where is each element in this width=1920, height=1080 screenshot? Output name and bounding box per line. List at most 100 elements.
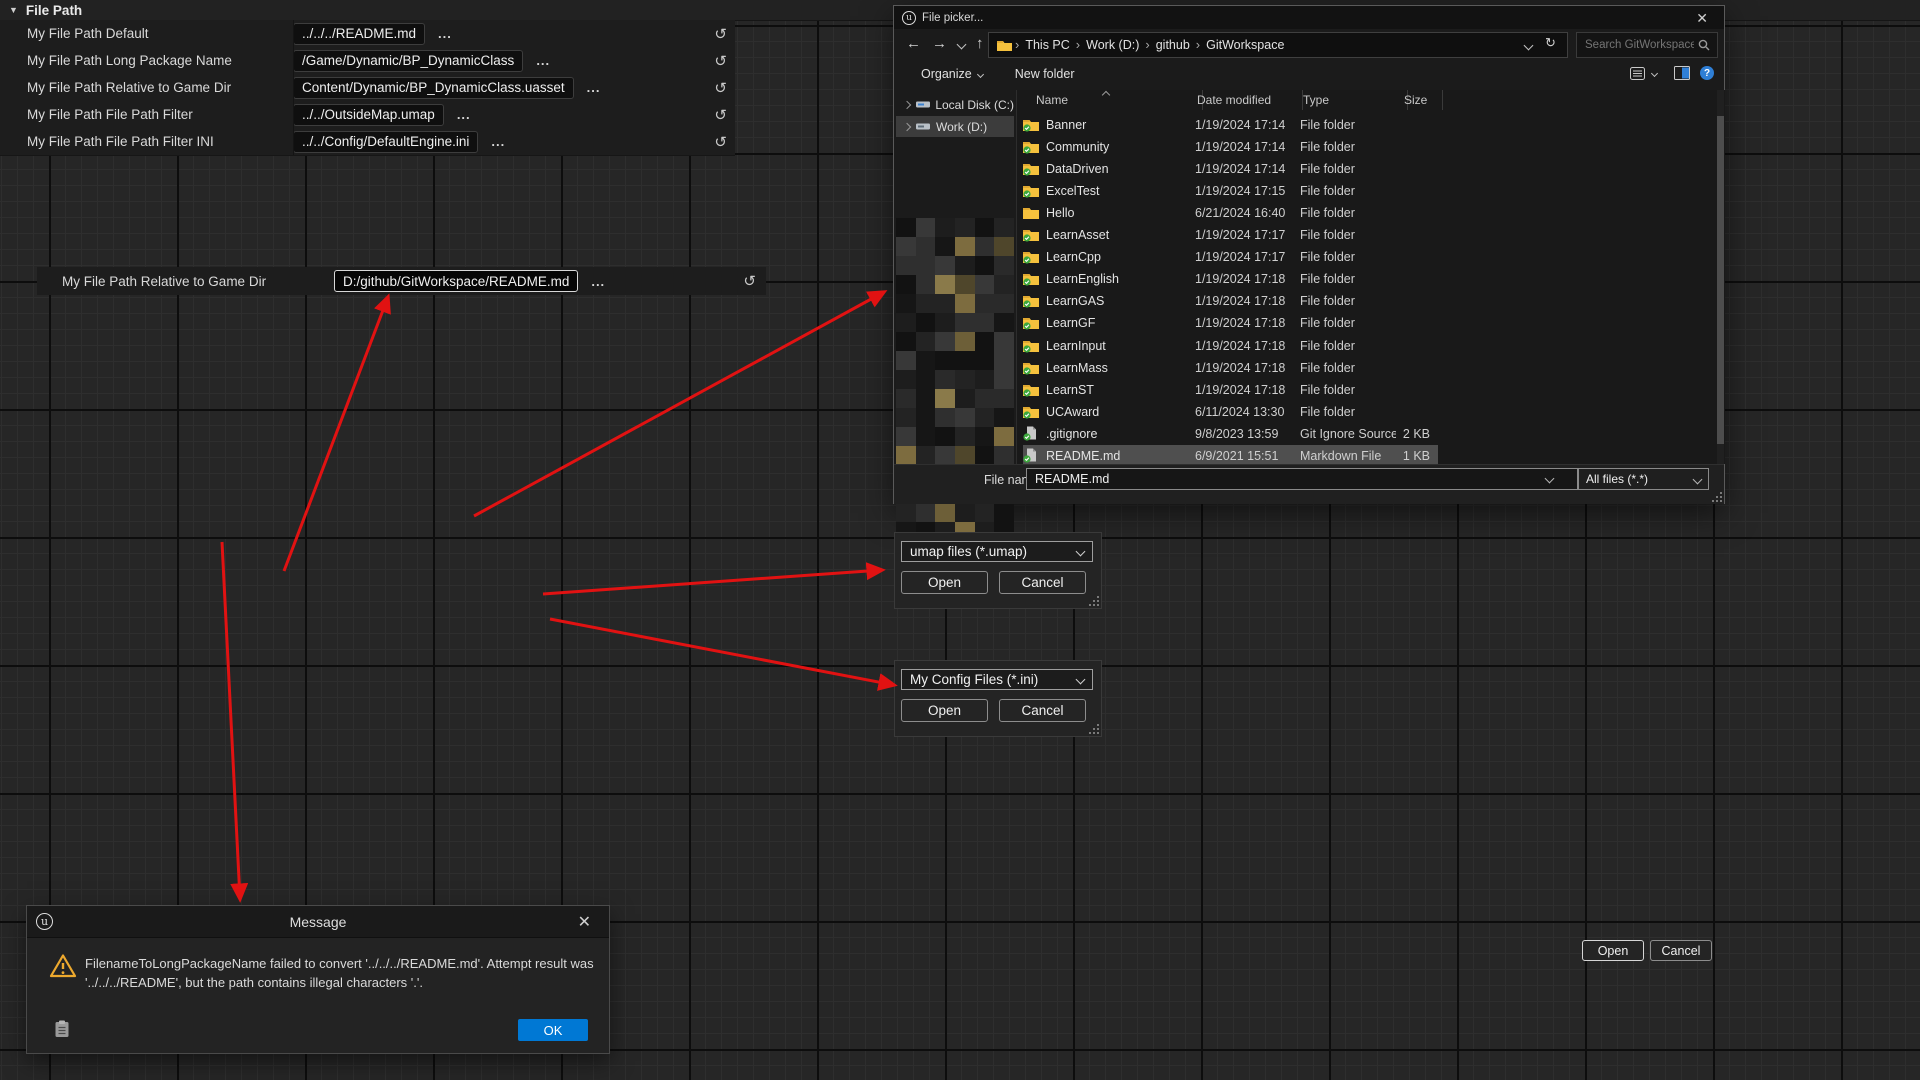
breadcrumb-segment[interactable]: Work (D:)	[1086, 38, 1139, 52]
sidebar-drive-item[interactable]: Work (D:)	[896, 116, 1014, 137]
folder-git-icon	[1023, 161, 1040, 176]
property-label: My File Path Relative to Game Dir	[62, 274, 334, 289]
reset-to-default-icon[interactable]: ↺	[714, 133, 727, 151]
reset-to-default-icon[interactable]: ↺	[743, 272, 756, 290]
file-row[interactable]: UCAward 6/11/2024 13:30 File folder	[1023, 401, 1438, 422]
file-row[interactable]: LearnGAS 1/19/2024 17:18 File folder	[1023, 290, 1438, 311]
property-row[interactable]: My File Path Default ../../../README.md …	[0, 20, 735, 48]
file-row[interactable]: Community 1/19/2024 17:14 File folder	[1023, 136, 1438, 157]
close-icon[interactable]: ✕	[572, 911, 597, 933]
browse-ellipsis-button[interactable]: ...	[591, 274, 605, 289]
search-input[interactable]	[1577, 39, 1698, 51]
folder-git-icon	[1023, 227, 1040, 242]
column-header-type[interactable]: Type	[1294, 90, 1408, 110]
file-row[interactable]: LearnInput 1/19/2024 17:18 File folder	[1023, 335, 1438, 356]
reset-to-default-icon[interactable]: ↺	[714, 79, 727, 97]
folder-git-icon	[1023, 293, 1040, 308]
file-name-input[interactable]	[1026, 468, 1578, 490]
column-separator	[293, 20, 294, 47]
config-filter-dialog: My Config Files (*.ini) Open Cancel	[894, 660, 1102, 737]
reset-to-default-icon[interactable]: ↺	[714, 25, 727, 43]
copy-to-clipboard-icon[interactable]	[55, 1020, 69, 1038]
file-row[interactable]: Banner 1/19/2024 17:14 File folder	[1023, 114, 1438, 135]
file-path-section: ▼ File Path My File Path Default ../../.…	[0, 0, 735, 155]
file-row[interactable]: LearnST 1/19/2024 17:18 File folder	[1023, 379, 1438, 400]
close-icon[interactable]: ✕	[1690, 9, 1714, 28]
file-picker-titlebar[interactable]: u File picker... ✕	[894, 6, 1724, 29]
folder-git-icon	[1023, 117, 1040, 132]
cancel-button[interactable]: Cancel	[1650, 940, 1712, 961]
column-header-size[interactable]: Size	[1398, 90, 1443, 110]
resize-grip[interactable]	[1712, 492, 1722, 502]
reset-to-default-icon[interactable]: ↺	[714, 106, 727, 124]
property-row[interactable]: My File Path File Path Filter INI ../../…	[0, 128, 735, 156]
back-arrow-icon[interactable]: ←	[906, 35, 921, 52]
file-row[interactable]: ExcelTest 1/19/2024 17:15 File folder	[1023, 180, 1438, 201]
property-value-field[interactable]: ../../Config/DefaultEngine.ini	[293, 131, 478, 153]
recent-locations-chevron-icon[interactable]	[957, 40, 967, 50]
resize-grip[interactable]	[1089, 596, 1099, 606]
property-row[interactable]: My File Path File Path Filter ../../Outs…	[0, 101, 735, 129]
preview-pane-icon[interactable]	[1674, 66, 1690, 80]
breadcrumb-segment[interactable]: GitWorkspace	[1206, 38, 1284, 52]
details-view-icon[interactable]	[1630, 67, 1645, 80]
organize-menu[interactable]: Organize	[921, 67, 983, 81]
column-header-name[interactable]: Name	[1023, 90, 1203, 110]
file-row[interactable]: LearnAsset 1/19/2024 17:17 File folder	[1023, 224, 1438, 245]
forward-arrow-icon[interactable]: →	[932, 35, 947, 52]
umap-filter-dropdown[interactable]: umap files (*.umap)	[901, 541, 1093, 562]
file-type-filter-dropdown[interactable]: All files (*.*)	[1578, 468, 1709, 490]
property-value-field[interactable]: D:/github/GitWorkspace/README.md	[334, 270, 578, 292]
file-row[interactable]: README.md 6/9/2021 15:51 Markdown File 1…	[1023, 445, 1438, 466]
file-row[interactable]: LearnCpp 1/19/2024 17:17 File folder	[1023, 246, 1438, 267]
browse-ellipsis-button[interactable]: ...	[536, 53, 550, 68]
property-value-field[interactable]: ../../../README.md	[293, 23, 425, 45]
property-value-field[interactable]: ../../OutsideMap.umap	[293, 104, 444, 126]
vertical-scrollbar[interactable]	[1717, 90, 1724, 464]
sidebar-drive-item[interactable]: Local Disk (C:)	[896, 94, 1014, 115]
property-row[interactable]: My File Path Relative to Game Dir Conten…	[0, 74, 735, 102]
view-dropdown-chevron-icon[interactable]	[1651, 70, 1658, 77]
folder-git-icon	[1023, 183, 1040, 198]
breadcrumb-segment[interactable]: github	[1156, 38, 1190, 52]
file-row[interactable]: LearnGF 1/19/2024 17:18 File folder	[1023, 312, 1438, 333]
open-button[interactable]: Open	[1582, 940, 1644, 961]
folder-git-icon	[1023, 249, 1040, 264]
help-icon[interactable]: ?	[1700, 66, 1714, 80]
breadcrumb-separator: ›	[1076, 37, 1080, 52]
file-row[interactable]: Hello 6/21/2024 16:40 File folder	[1023, 202, 1438, 223]
property-row-relative-to-game-dir[interactable]: My File Path Relative to Game Dir D:/git…	[37, 267, 766, 295]
config-filter-dropdown[interactable]: My Config Files (*.ini)	[901, 669, 1093, 690]
file-row[interactable]: DataDriven 1/19/2024 17:14 File folder	[1023, 158, 1438, 179]
browse-ellipsis-button[interactable]: ...	[491, 134, 505, 149]
folder-icon	[1023, 205, 1040, 220]
search-box[interactable]	[1576, 32, 1718, 58]
resize-grip[interactable]	[1089, 724, 1099, 734]
umap-cancel-button[interactable]: Cancel	[999, 571, 1086, 594]
ok-button[interactable]: OK	[518, 1019, 588, 1041]
message-titlebar[interactable]: u Message ✕	[27, 906, 609, 938]
config-cancel-button[interactable]: Cancel	[999, 699, 1086, 722]
property-value-field[interactable]: Content/Dynamic/BP_DynamicClass.uasset	[293, 77, 574, 99]
new-folder-button[interactable]: New folder	[1015, 67, 1075, 81]
address-bar[interactable]: ›This PC›Work (D:)›github›GitWorkspace ↻	[988, 32, 1568, 58]
refresh-icon[interactable]: ↻	[1545, 35, 1556, 51]
browse-ellipsis-button[interactable]: ...	[457, 107, 471, 122]
property-label: My File Path Long Package Name	[27, 53, 293, 68]
scrollbar-thumb[interactable]	[1717, 116, 1724, 444]
up-arrow-icon[interactable]: ↑	[976, 35, 984, 52]
config-open-button[interactable]: Open	[901, 699, 988, 722]
property-value-field[interactable]: /Game/Dynamic/BP_DynamicClass	[293, 50, 523, 72]
blueprint-canvas[interactable]: My File Path Relative to Game Dir D:/git…	[0, 0, 1920, 1080]
umap-open-button[interactable]: Open	[901, 571, 988, 594]
file-row[interactable]: .gitignore 9/8/2023 13:59 Git Ignore Sou…	[1023, 423, 1438, 444]
file-row[interactable]: LearnEnglish 1/19/2024 17:18 File folder	[1023, 268, 1438, 289]
property-row[interactable]: My File Path Long Package Name /Game/Dyn…	[0, 47, 735, 75]
browse-ellipsis-button[interactable]: ...	[438, 26, 452, 41]
address-dropdown-chevron-icon[interactable]	[1524, 41, 1534, 51]
file-row[interactable]: LearnMass 1/19/2024 17:18 File folder	[1023, 357, 1438, 378]
reset-to-default-icon[interactable]: ↺	[714, 52, 727, 70]
column-header-date[interactable]: Date modified	[1189, 90, 1303, 110]
browse-ellipsis-button[interactable]: ...	[587, 80, 601, 95]
breadcrumb-segment[interactable]: This PC	[1025, 38, 1069, 52]
